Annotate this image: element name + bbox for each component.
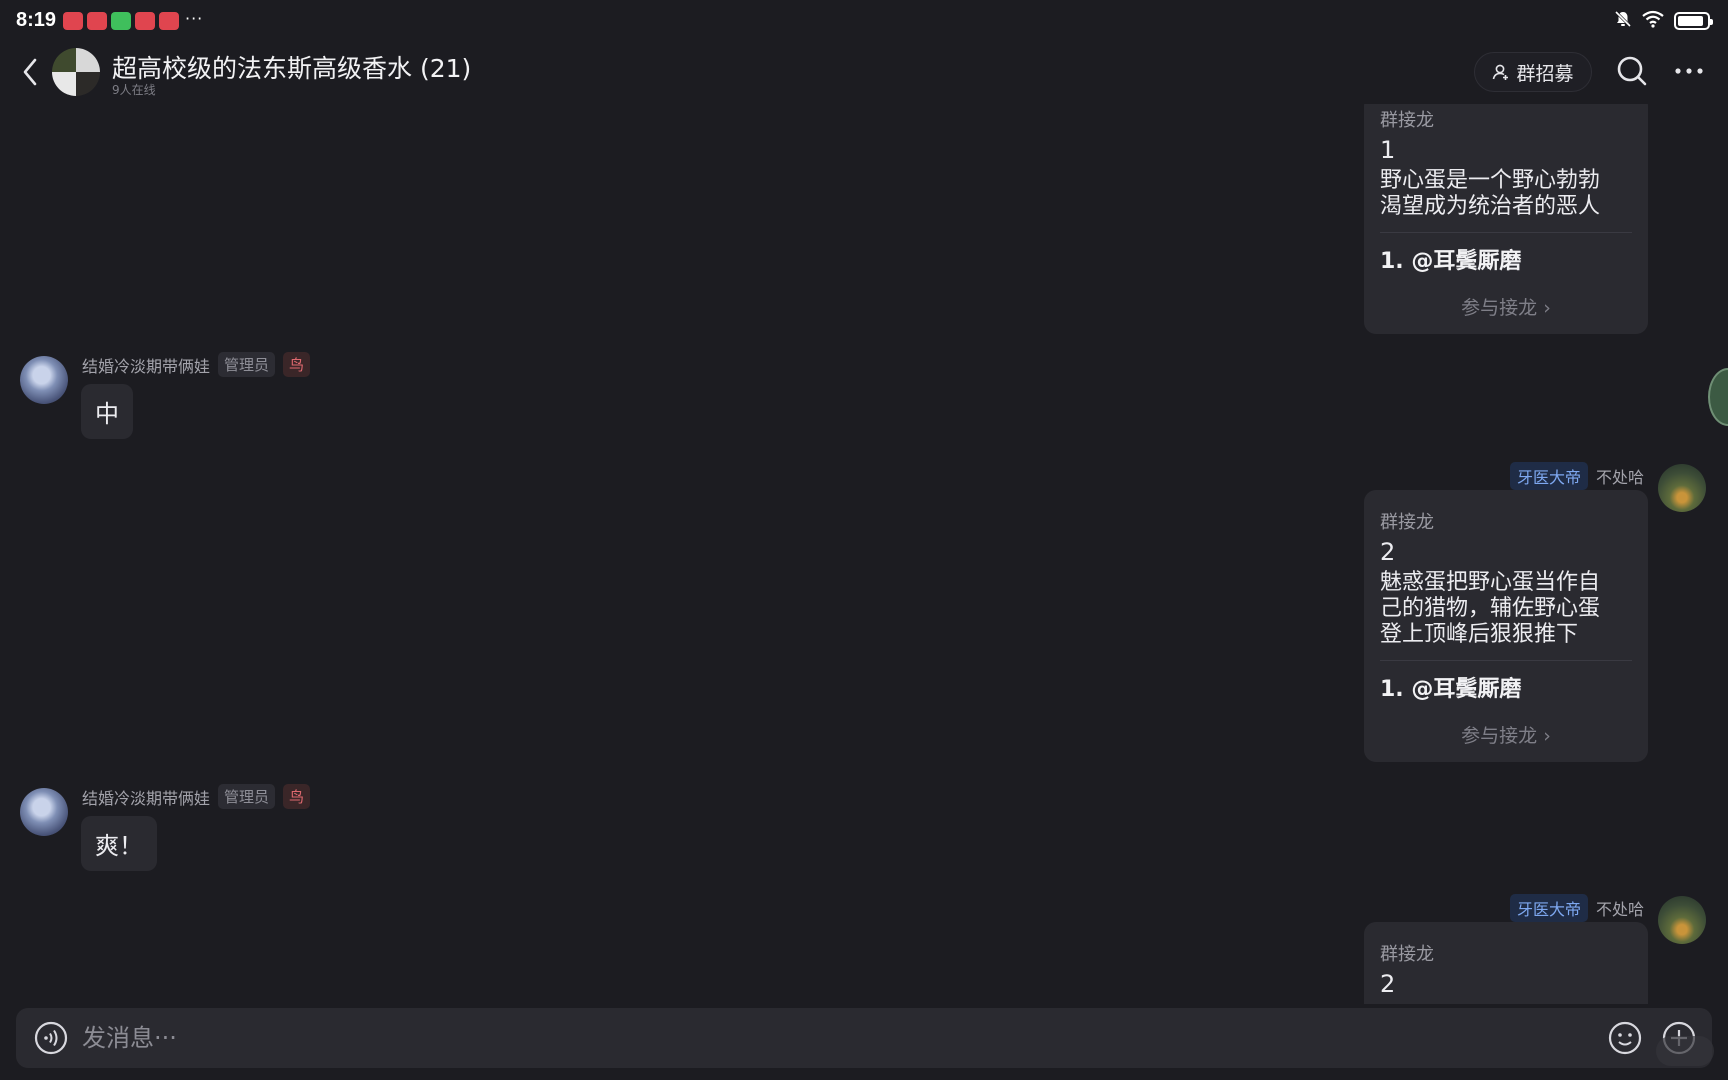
avatar[interactable] bbox=[20, 356, 68, 404]
message-input[interactable] bbox=[82, 1016, 1562, 1060]
battery-icon bbox=[1674, 12, 1713, 30]
sender-line: 牙医大帝 不处哈 bbox=[1510, 462, 1644, 490]
solitaire-topic: 魅惑蛋把野心蛋当作自 己的猎物，辅佐野心蛋 登上顶峰后狠狠推下 bbox=[1380, 570, 1601, 647]
wechat-notification-icon bbox=[111, 12, 131, 30]
title-badge: 鸟 bbox=[283, 352, 311, 377]
avatar[interactable] bbox=[1658, 896, 1706, 944]
solitaire-card[interactable]: 群接龙 2 bbox=[1364, 922, 1648, 1004]
sender-name[interactable]: 不处哈 bbox=[1596, 464, 1644, 488]
title-badge: 鸟 bbox=[283, 784, 311, 809]
watermark bbox=[1656, 1036, 1714, 1066]
solitaire-number: 2 bbox=[1380, 970, 1396, 998]
back-arrow-icon bbox=[23, 58, 37, 86]
solitaire-number: 1 bbox=[1380, 136, 1396, 164]
sender-name[interactable]: 结婚冷淡期带俩娃 bbox=[82, 353, 210, 377]
solitaire-kind: 群接龙 bbox=[1380, 944, 1434, 965]
app-notification-icon bbox=[87, 12, 107, 30]
sender-line: 牙医大帝 不处哈 bbox=[1510, 894, 1644, 922]
role-badge: 管理员 bbox=[218, 784, 276, 809]
sender-line: 结婚冷淡期带俩娃 管理员 鸟 bbox=[82, 352, 311, 377]
solitaire-card[interactable]: 群接龙 2 魅惑蛋把野心蛋当作自 己的猎物，辅佐野心蛋 登上顶峰后狠狠推下 1.… bbox=[1364, 490, 1648, 762]
more-notifications-icon: ··· bbox=[185, 9, 204, 28]
online-count: 9人在线 bbox=[112, 83, 156, 97]
group-avatar[interactable] bbox=[52, 48, 100, 96]
group-recruit-button[interactable]: 群招募 bbox=[1474, 52, 1592, 92]
role-badge: 管理员 bbox=[218, 352, 276, 377]
message-bubble[interactable]: 中 bbox=[81, 384, 133, 439]
more-button[interactable] bbox=[1672, 56, 1706, 86]
solitaire-kind: 群接龙 bbox=[1380, 110, 1434, 131]
join-solitaire-button[interactable]: 参与接龙 › bbox=[1380, 293, 1632, 334]
divider bbox=[1380, 232, 1632, 233]
app-notification-icon bbox=[159, 12, 179, 30]
divider bbox=[1380, 660, 1632, 661]
sender-line: 结婚冷淡期带俩娃 管理员 鸟 bbox=[82, 784, 311, 809]
voice-button[interactable] bbox=[34, 1021, 68, 1055]
join-solitaire-button[interactable]: 参与接龙 › bbox=[1380, 721, 1632, 762]
app-notification-icon bbox=[63, 12, 83, 30]
user-icon bbox=[1493, 64, 1509, 80]
input-bar bbox=[16, 1008, 1712, 1068]
avatar[interactable] bbox=[1658, 464, 1706, 512]
status-bar: 8:19 ··· bbox=[0, 0, 1728, 40]
group-title[interactable]: 超高校级的法东斯高级香水 (21) bbox=[112, 49, 471, 85]
app-notification-icon bbox=[135, 12, 155, 30]
avatar[interactable] bbox=[20, 788, 68, 836]
group-recruit-label: 群招募 bbox=[1516, 62, 1574, 85]
wifi-icon bbox=[1642, 10, 1664, 32]
sender-name[interactable]: 结婚冷淡期带俩娃 bbox=[82, 785, 210, 809]
message-bubble[interactable]: 爽！ bbox=[81, 816, 157, 871]
solitaire-card[interactable]: 群接龙 1 野心蛋是一个野心勃勃 渴望成为统治者的恶人 1. @耳鬓厮磨 参与接… bbox=[1364, 104, 1648, 334]
status-right bbox=[1614, 10, 1713, 32]
emoji-icon bbox=[1608, 1021, 1642, 1055]
emoji-button[interactable] bbox=[1608, 1021, 1642, 1055]
solitaire-entry[interactable]: 1. @耳鬓厮磨 bbox=[1380, 671, 1632, 703]
search-icon bbox=[1617, 56, 1647, 86]
bell-off-icon bbox=[1614, 10, 1632, 32]
title-badge: 牙医大帝 bbox=[1510, 462, 1589, 490]
solitaire-entry[interactable]: 1. @耳鬓厮磨 bbox=[1380, 243, 1632, 275]
solitaire-topic: 野心蛋是一个野心勃勃 渴望成为统治者的恶人 bbox=[1380, 168, 1601, 219]
sender-name[interactable]: 不处哈 bbox=[1596, 896, 1644, 920]
back-button[interactable] bbox=[18, 54, 44, 90]
chat-header: 超高校级的法东斯高级香水 (21) 9人在线 群招募 bbox=[0, 40, 1728, 104]
solitaire-number: 2 bbox=[1380, 538, 1396, 566]
status-time: 8:19 bbox=[16, 9, 57, 31]
more-icon bbox=[1675, 68, 1703, 74]
message-list[interactable]: 群接龙 1 野心蛋是一个野心勃勃 渴望成为统治者的恶人 1. @耳鬓厮磨 参与接… bbox=[0, 104, 1728, 1004]
notification-icons bbox=[63, 12, 179, 30]
title-badge: 牙医大帝 bbox=[1510, 894, 1589, 922]
search-button[interactable] bbox=[1615, 54, 1649, 88]
solitaire-kind: 群接龙 bbox=[1380, 512, 1434, 533]
voice-icon bbox=[34, 1021, 68, 1055]
